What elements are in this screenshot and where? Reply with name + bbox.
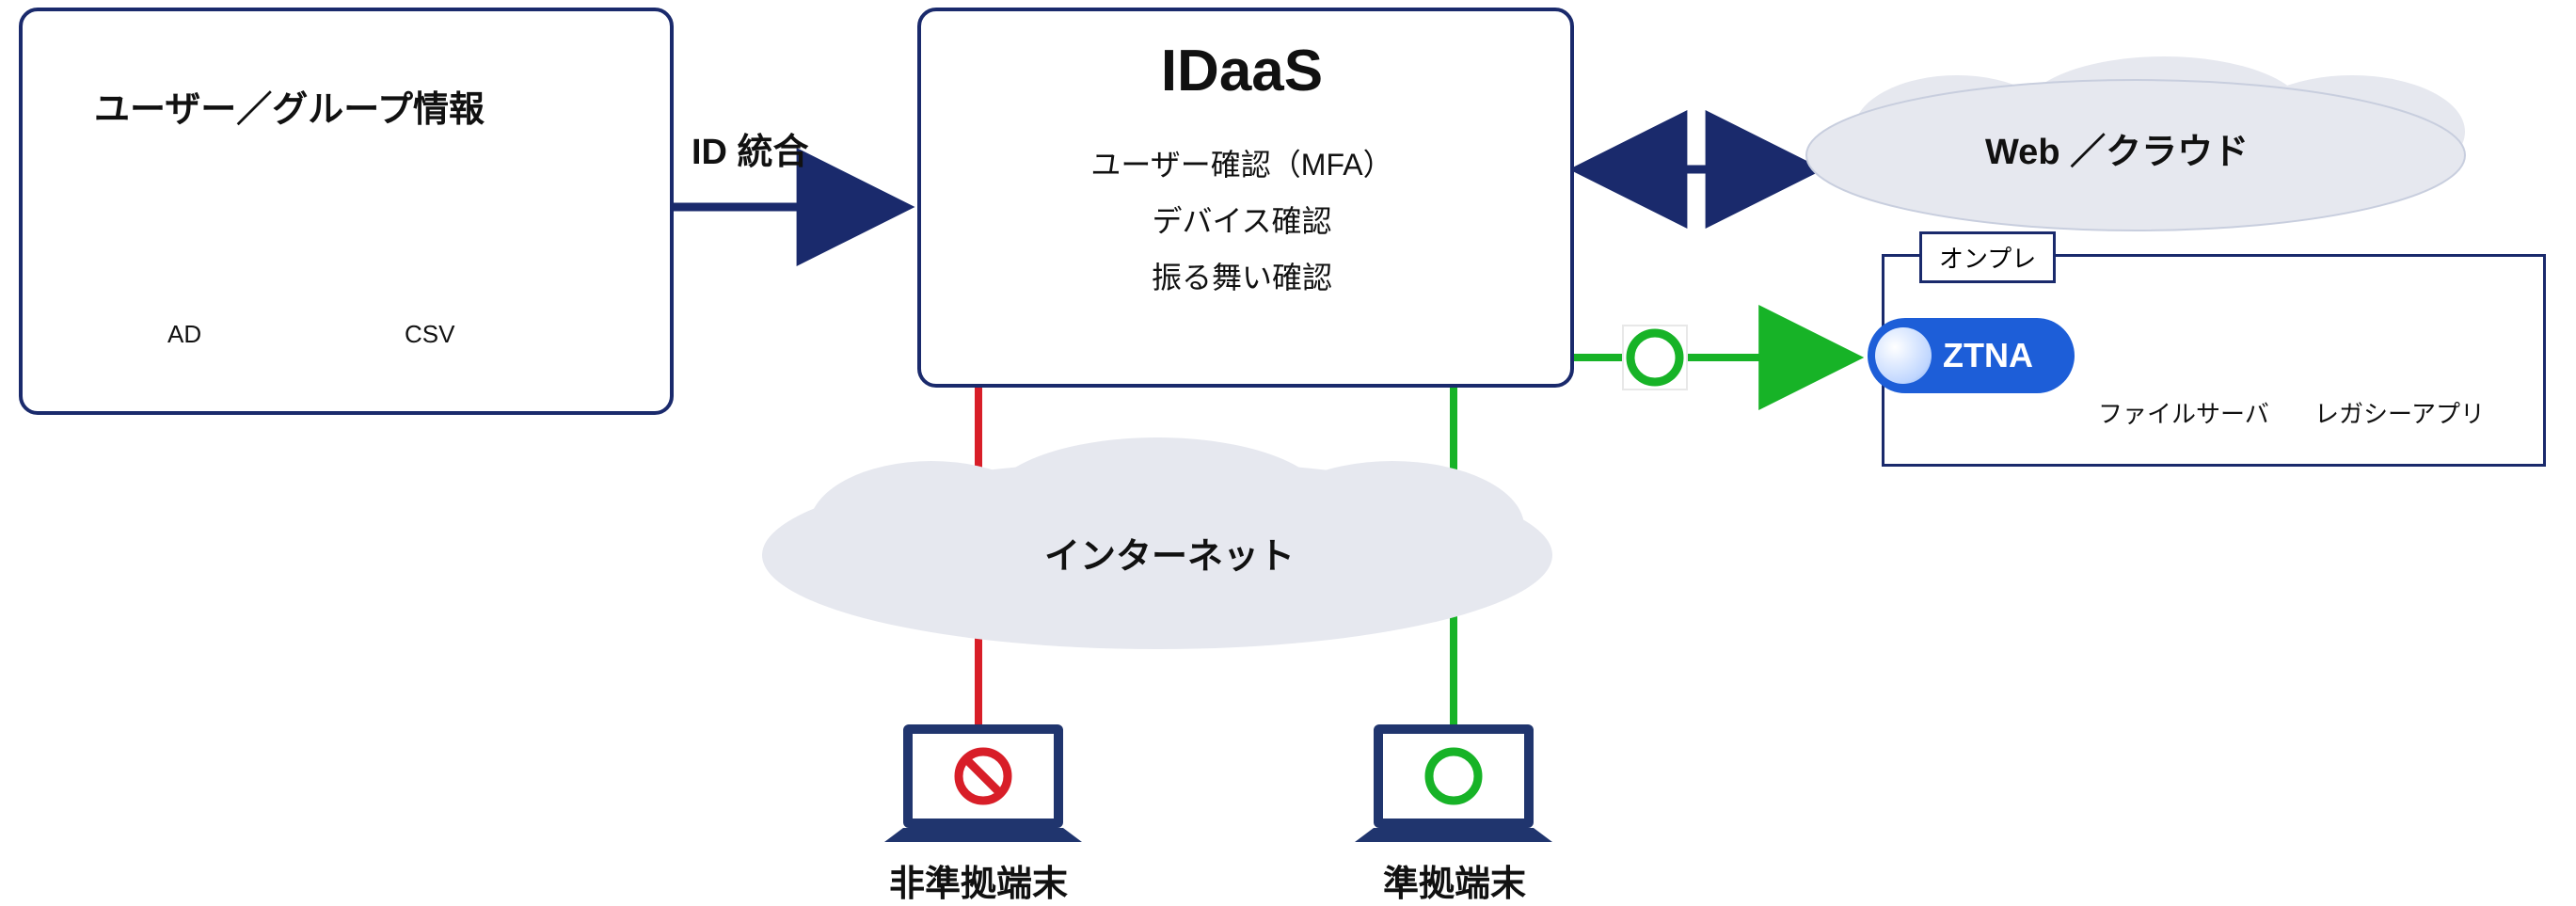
idaas-line1: ユーザー確認（MFA）: [1007, 141, 1477, 184]
csv-label: CSV: [405, 320, 454, 349]
user-group-title: ユーザー／グループ情報: [94, 80, 485, 132]
web-cloud-label: Web ／クラウド: [1985, 122, 2249, 174]
internet-label: インターネット: [1044, 527, 1295, 579]
idaas-line3: 振る舞い確認: [1007, 254, 1477, 297]
onprem-tag: オンプレ: [1919, 231, 2056, 283]
noncompliant-label: 非準拠端末: [889, 854, 1068, 906]
ztna-endcap-icon: [1875, 327, 1932, 384]
ztna-pill: ZTNA: [1868, 318, 2075, 393]
id-integration-label: ID 統合: [692, 122, 809, 174]
idaas-line2: デバイス確認: [1007, 198, 1477, 241]
file-server-label: ファイルサーバ: [2098, 395, 2269, 430]
ztna-label: ZTNA: [1943, 336, 2033, 375]
idaas-title: IDaaS: [1101, 38, 1383, 104]
diagram-stage: ユーザー／グループ情報 AD CSV ID 統合 IDaaS ユーザー確認（MF…: [0, 0, 2576, 904]
ad-label: AD: [167, 320, 201, 349]
user-group-box: [19, 8, 674, 415]
legacy-app-label: レガシーアプリ: [2314, 395, 2485, 430]
compliant-label: 準拠端末: [1383, 854, 1526, 906]
